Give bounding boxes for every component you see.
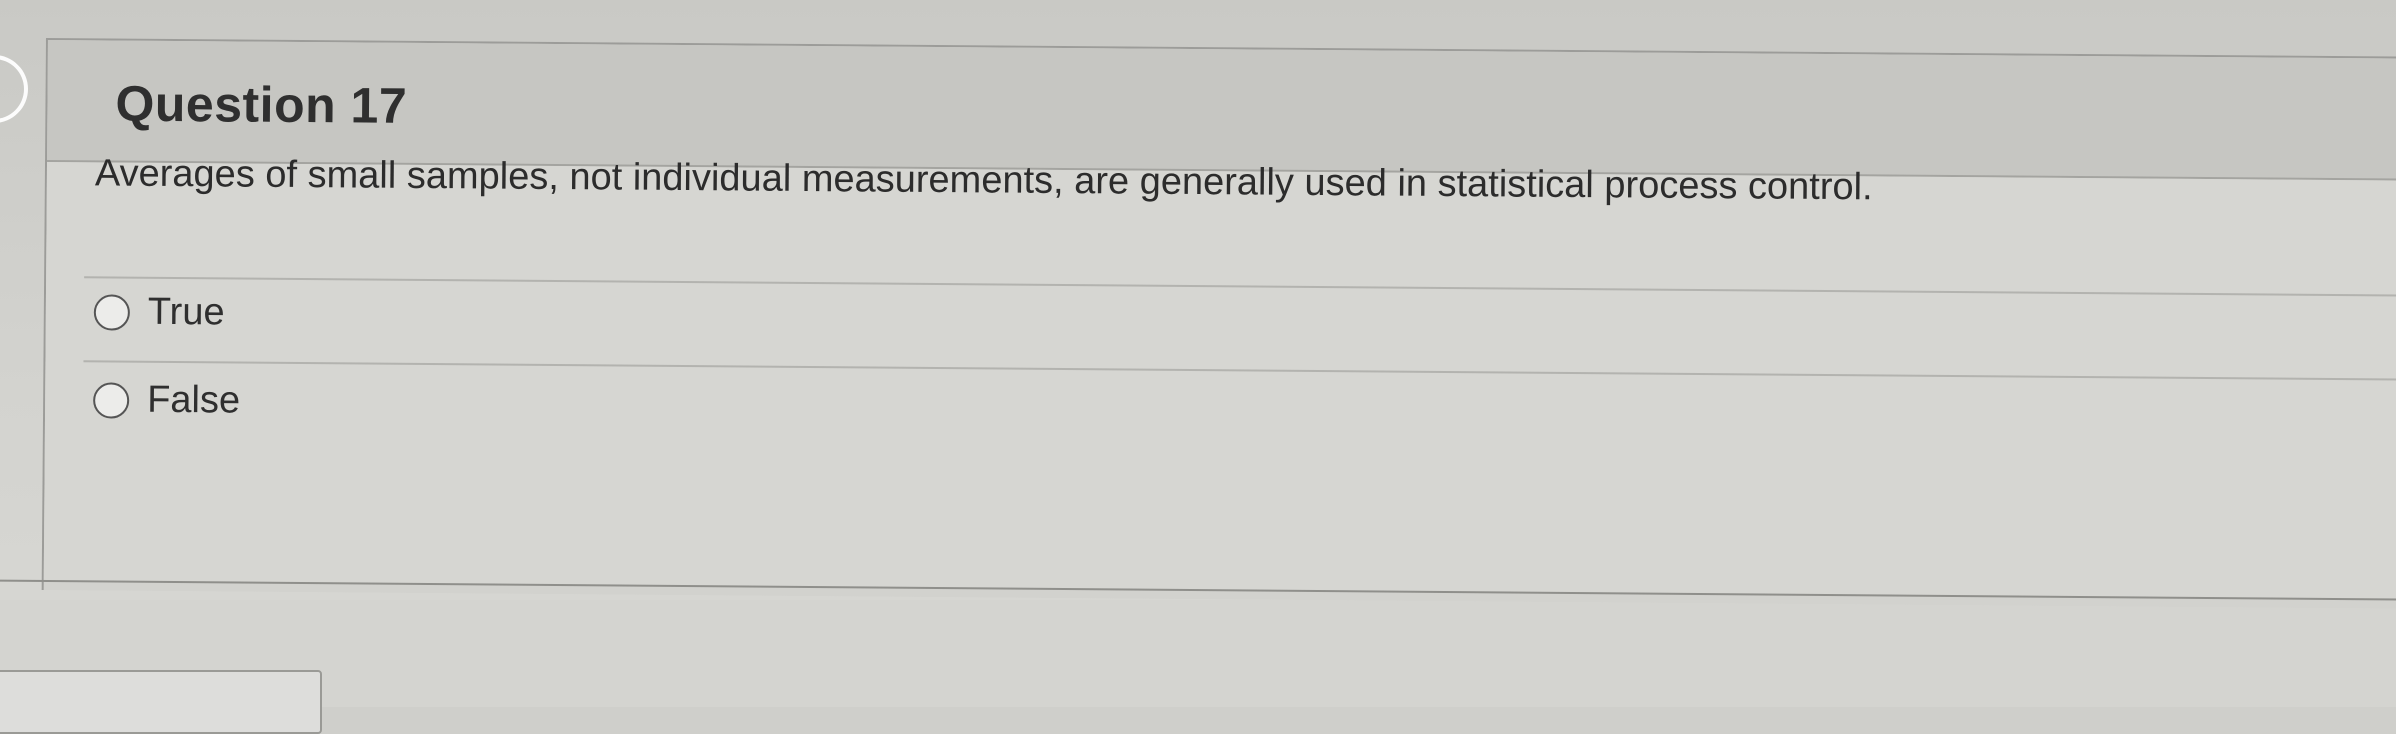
- question-title: Question 17: [115, 75, 408, 134]
- answer-label-false: False: [146, 378, 241, 422]
- question-body: [43, 162, 2396, 601]
- radio-button-true[interactable]: [93, 293, 130, 331]
- answer-option-false[interactable]: False: [93, 378, 240, 422]
- answer-label-true: True: [147, 290, 225, 334]
- radio-button-false[interactable]: [93, 381, 130, 419]
- next-question-card: [0, 670, 322, 734]
- lower-area: [0, 600, 2396, 707]
- question-card: Question 17 Averages of small samples, n…: [0, 38, 2396, 609]
- answer-option-true[interactable]: True: [93, 290, 225, 334]
